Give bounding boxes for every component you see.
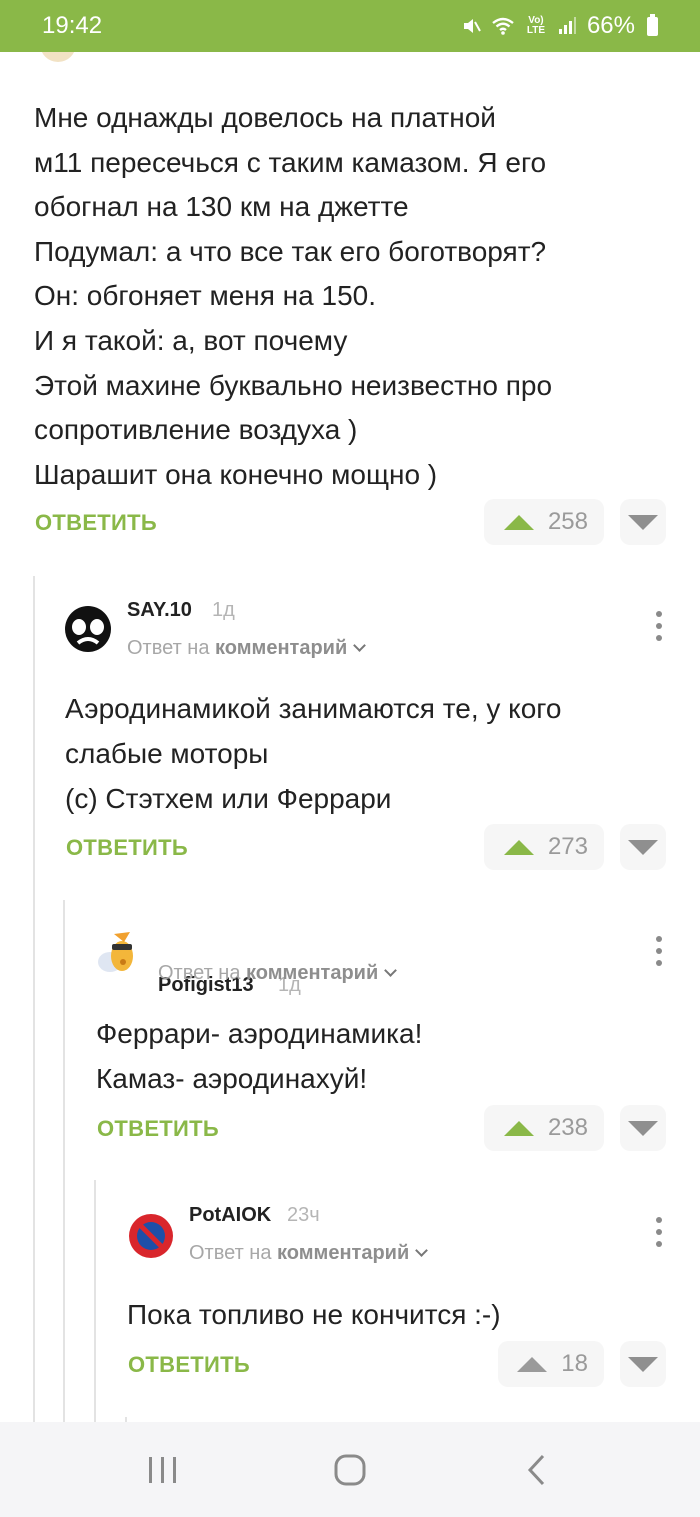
arrow-down-icon [628, 1356, 658, 1372]
arrow-down-icon [628, 1120, 658, 1136]
comment-text: Пока топливо не кончится :-) [127, 1299, 501, 1330]
thread-line [33, 576, 35, 1422]
upvote-button[interactable]: 238 [484, 1105, 604, 1151]
battery-percent: 66% [586, 12, 635, 39]
more-options-icon[interactable] [653, 1217, 665, 1247]
chevron-down-icon [415, 1244, 429, 1257]
avatar [40, 52, 76, 62]
signal-icon [558, 17, 576, 34]
avatar [98, 932, 133, 972]
upvote-button[interactable]: 258 [484, 499, 604, 545]
avatar [65, 606, 111, 652]
upvote-button[interactable]: 273 [484, 824, 604, 870]
chevron-down-icon [353, 639, 367, 652]
volte-icon: Vo) LTE [526, 15, 546, 36]
status-time: 19:42 [42, 12, 103, 39]
arrow-up-icon [503, 514, 534, 530]
comments-feed[interactable]: Мне однажды довелось на платной м11 пере… [0, 52, 700, 1422]
rating-value: 258 [547, 508, 588, 535]
reply-to-link[interactable]: Ответ на комментарий [189, 1242, 429, 1265]
arrow-up-icon [517, 1356, 548, 1372]
more-options-icon[interactable] [653, 936, 665, 966]
username[interactable]: PotAIOK [189, 1204, 271, 1227]
rating-value: 238 [547, 1114, 588, 1141]
reply-to-link[interactable]: Ответ на комментарий [158, 962, 398, 985]
status-icons: Vo) LTE 66% [461, 12, 658, 40]
rating-value: 18 [561, 1350, 588, 1377]
thread-line [94, 1180, 96, 1422]
more-options-icon[interactable] [653, 611, 665, 641]
downvote-button[interactable] [620, 1341, 666, 1387]
home-icon [334, 1454, 366, 1485]
thread-line [63, 900, 65, 1422]
mute-icon [463, 19, 481, 33]
arrow-down-icon [628, 839, 658, 855]
chevron-down-icon [384, 964, 398, 977]
back-button[interactable] [507, 1440, 567, 1500]
wifi-icon [492, 17, 514, 35]
downvote-button[interactable] [620, 824, 666, 870]
reply-to-link[interactable]: Ответ на комментарий [127, 637, 367, 660]
comment-text: Мне однажды довелось на платной м11 пере… [34, 102, 553, 490]
downvote-button[interactable] [620, 499, 666, 545]
reply-button[interactable]: ОТВЕТИТЬ [35, 510, 157, 536]
arrow-down-icon [628, 514, 658, 530]
upvote-button[interactable]: 18 [498, 1341, 604, 1387]
recent-apps-button[interactable] [133, 1440, 193, 1500]
reply-button[interactable]: ОТВЕТИТЬ [97, 1116, 219, 1142]
status-bar: 19:42 Vo) LTE 66% [0, 0, 700, 52]
arrow-up-icon [503, 839, 534, 855]
avatar [129, 1214, 173, 1258]
system-nav-bar [0, 1422, 700, 1517]
comment-text: Аэродинамикой занимаются те, у кого слаб… [65, 693, 562, 814]
battery-icon [647, 13, 658, 36]
home-button[interactable] [320, 1440, 380, 1500]
comment-text: Феррари- аэродинамика! Камаз- аэродинаху… [96, 1018, 423, 1094]
username[interactable]: SAY.10 [127, 599, 192, 622]
comment-time: 23ч [287, 1204, 320, 1226]
rating-value: 273 [547, 833, 588, 860]
recent-apps-icon [149, 1456, 177, 1483]
reply-button[interactable]: ОТВЕТИТЬ [128, 1352, 250, 1378]
reply-button[interactable]: ОТВЕТИТЬ [66, 835, 188, 861]
back-icon [527, 1454, 544, 1485]
comment-time: 1д [212, 599, 235, 621]
downvote-button[interactable] [620, 1105, 666, 1151]
arrow-up-icon [503, 1120, 534, 1136]
